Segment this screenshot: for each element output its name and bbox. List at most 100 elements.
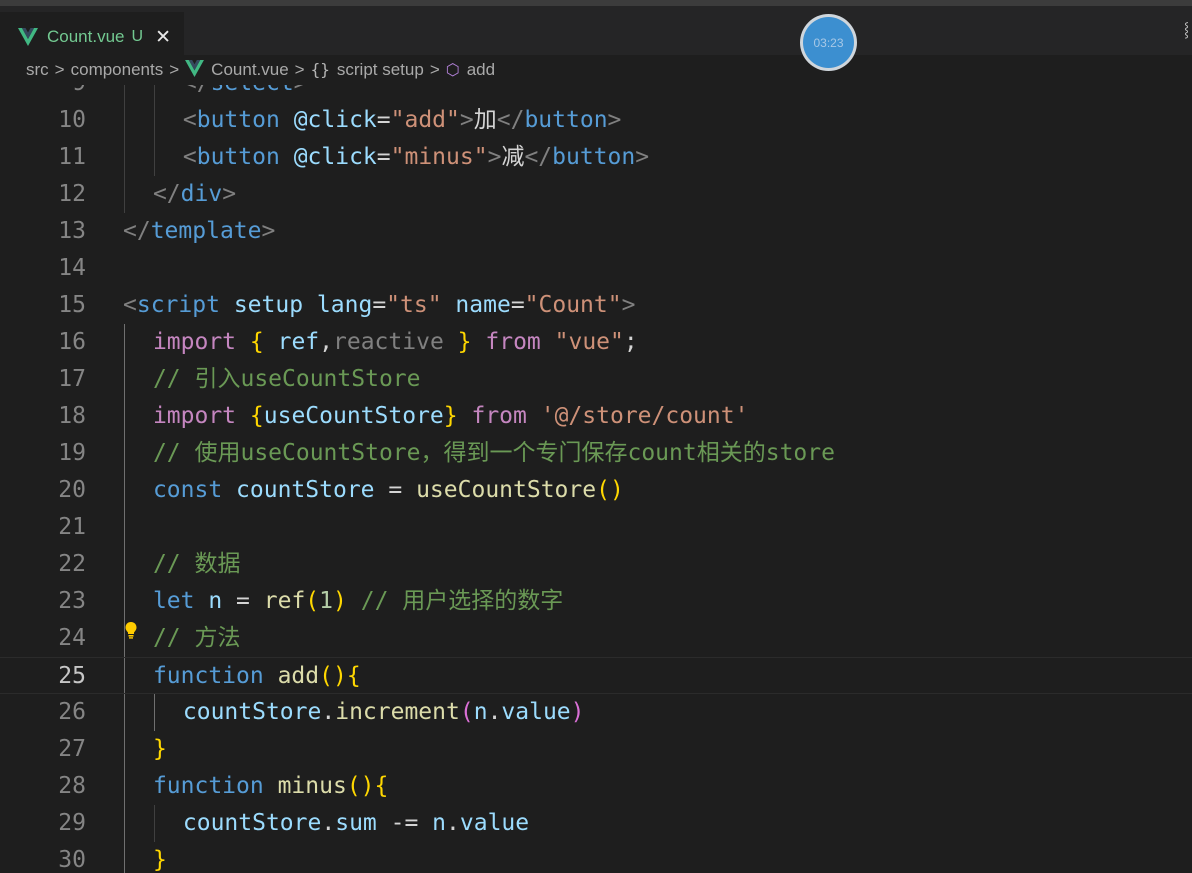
code-line[interactable]: 14: [0, 250, 1192, 287]
code-text: import {useCountStore} from '@/store/cou…: [153, 398, 749, 435]
code-line[interactable]: 29 countStore.sum -= n.value: [0, 805, 1192, 842]
code-token: minus: [277, 773, 347, 799]
line-number: 29: [58, 810, 86, 836]
code-token: "minus": [390, 144, 488, 170]
code-token: countStore: [236, 477, 375, 503]
code-line[interactable]: 11 <button @click="minus">减</button>: [0, 139, 1192, 176]
code-token: "ts": [386, 292, 442, 318]
code-text: }: [153, 731, 167, 768]
code-token: script: [136, 292, 220, 318]
code-token: 1: [319, 588, 334, 614]
code-token: from: [485, 329, 541, 355]
line-number: 30: [58, 847, 86, 873]
code-text: const countStore = useCountStore(): [153, 472, 624, 509]
code-line[interactable]: 21: [0, 509, 1192, 546]
line-number: 26: [58, 699, 86, 725]
code-token: <: [123, 292, 137, 318]
code-token: </: [183, 85, 211, 96]
code-token: @click: [293, 107, 377, 133]
split-editor-icon[interactable]: ⸾: [1184, 20, 1192, 38]
code-editor[interactable]: 9</select>10<button @click="add">加</butt…: [0, 85, 1192, 873]
breadcrumb-file-label: Count.vue: [211, 60, 289, 79]
code-token: from: [471, 403, 527, 429]
code-text: countStore.sum -= n.value: [183, 805, 529, 842]
code-token: {: [346, 663, 361, 689]
code-token: useCountStore: [416, 477, 597, 503]
code-token: value: [501, 699, 571, 725]
line-number: 19: [58, 440, 86, 466]
code-token: }: [152, 847, 167, 873]
code-text: </select>: [183, 85, 308, 102]
code-line[interactable]: 24 // 方法: [0, 620, 1192, 657]
code-token: <: [182, 107, 197, 133]
tab-count-vue[interactable]: Count.vue U ✕: [0, 12, 184, 61]
code-line[interactable]: 17 // 引入useCountStore: [0, 361, 1192, 398]
code-text: import { ref,reactive } from "vue";: [153, 324, 638, 361]
code-line[interactable]: 25 function add(){: [0, 657, 1192, 694]
code-token: // 数据: [152, 551, 241, 577]
vue-logo-icon: [185, 60, 205, 77]
code-token: import: [152, 329, 237, 355]
code-token: .: [321, 810, 336, 836]
code-token: (: [305, 588, 320, 614]
code-token: ref: [277, 329, 320, 355]
code-line[interactable]: 16 import { ref,reactive } from "vue";: [0, 324, 1192, 361]
code-token: .: [446, 810, 460, 836]
breadcrumb-script-setup[interactable]: {} script setup: [311, 60, 424, 80]
code-token: =: [374, 477, 417, 503]
code-token: let: [152, 588, 195, 614]
code-text: </div>: [153, 176, 236, 213]
code-token: useCountStore: [263, 403, 444, 429]
breadcrumb-symbol-add[interactable]: ⬡ add: [446, 60, 495, 80]
code-line[interactable]: 9 </select>: [0, 85, 1192, 102]
code-text: // 数据: [153, 546, 241, 583]
code-token: </: [524, 144, 553, 170]
code-line[interactable]: 13 </template>: [0, 213, 1192, 250]
code-token: .: [487, 699, 502, 725]
breadcrumb-file[interactable]: Count.vue: [185, 60, 289, 80]
breadcrumb: src > components > Count.vue > {} script …: [0, 55, 1192, 85]
code-token: ref: [263, 588, 306, 614]
code-line[interactable]: 18 import {useCountStore} from '@/store/c…: [0, 398, 1192, 435]
lightbulb-icon[interactable]: [124, 621, 138, 639]
code-line[interactable]: 15 <script setup lang="ts" name="Count">: [0, 287, 1192, 324]
code-token: function: [152, 663, 264, 689]
line-number: 13: [58, 218, 86, 244]
code-line[interactable]: 26 countStore.increment(n.value): [0, 694, 1192, 731]
code-token: n: [208, 588, 223, 614]
breadcrumb-src[interactable]: src: [26, 60, 49, 80]
code-text: }: [153, 842, 167, 873]
line-number: 17: [58, 366, 86, 392]
code-token: >: [261, 218, 276, 244]
code-token: // 引入useCountStore: [152, 366, 421, 392]
code-token: value: [459, 810, 530, 836]
code-line[interactable]: 28 function minus(){: [0, 768, 1192, 805]
close-icon[interactable]: ✕: [155, 26, 171, 48]
breadcrumb-separator: >: [169, 60, 180, 79]
breadcrumb-components[interactable]: components: [71, 60, 164, 80]
code-token: (): [596, 477, 624, 503]
code-line[interactable]: 19 // 使用useCountStore，得到一个专门保存count相关的sto…: [0, 435, 1192, 472]
code-token: </: [123, 218, 151, 244]
breadcrumb-separator: >: [429, 60, 440, 79]
code-line[interactable]: 10 <button @click="add">加</button>: [0, 102, 1192, 139]
code-line[interactable]: 27}: [0, 731, 1192, 768]
code-line[interactable]: 23 let n = ref(1) // 用户选择的数字: [0, 583, 1192, 620]
cube-icon: ⬡: [445, 62, 460, 79]
code-line[interactable]: 12 </div>: [0, 176, 1192, 213]
code-token: 减: [501, 144, 525, 170]
line-number: 20: [58, 477, 86, 503]
code-token: >: [621, 292, 636, 318]
code-token: @click: [293, 144, 377, 170]
code-line[interactable]: 30}: [0, 842, 1192, 873]
code-line[interactable]: 22 // 数据: [0, 546, 1192, 583]
code-line[interactable]: 20 const countStore = useCountStore(): [0, 472, 1192, 509]
